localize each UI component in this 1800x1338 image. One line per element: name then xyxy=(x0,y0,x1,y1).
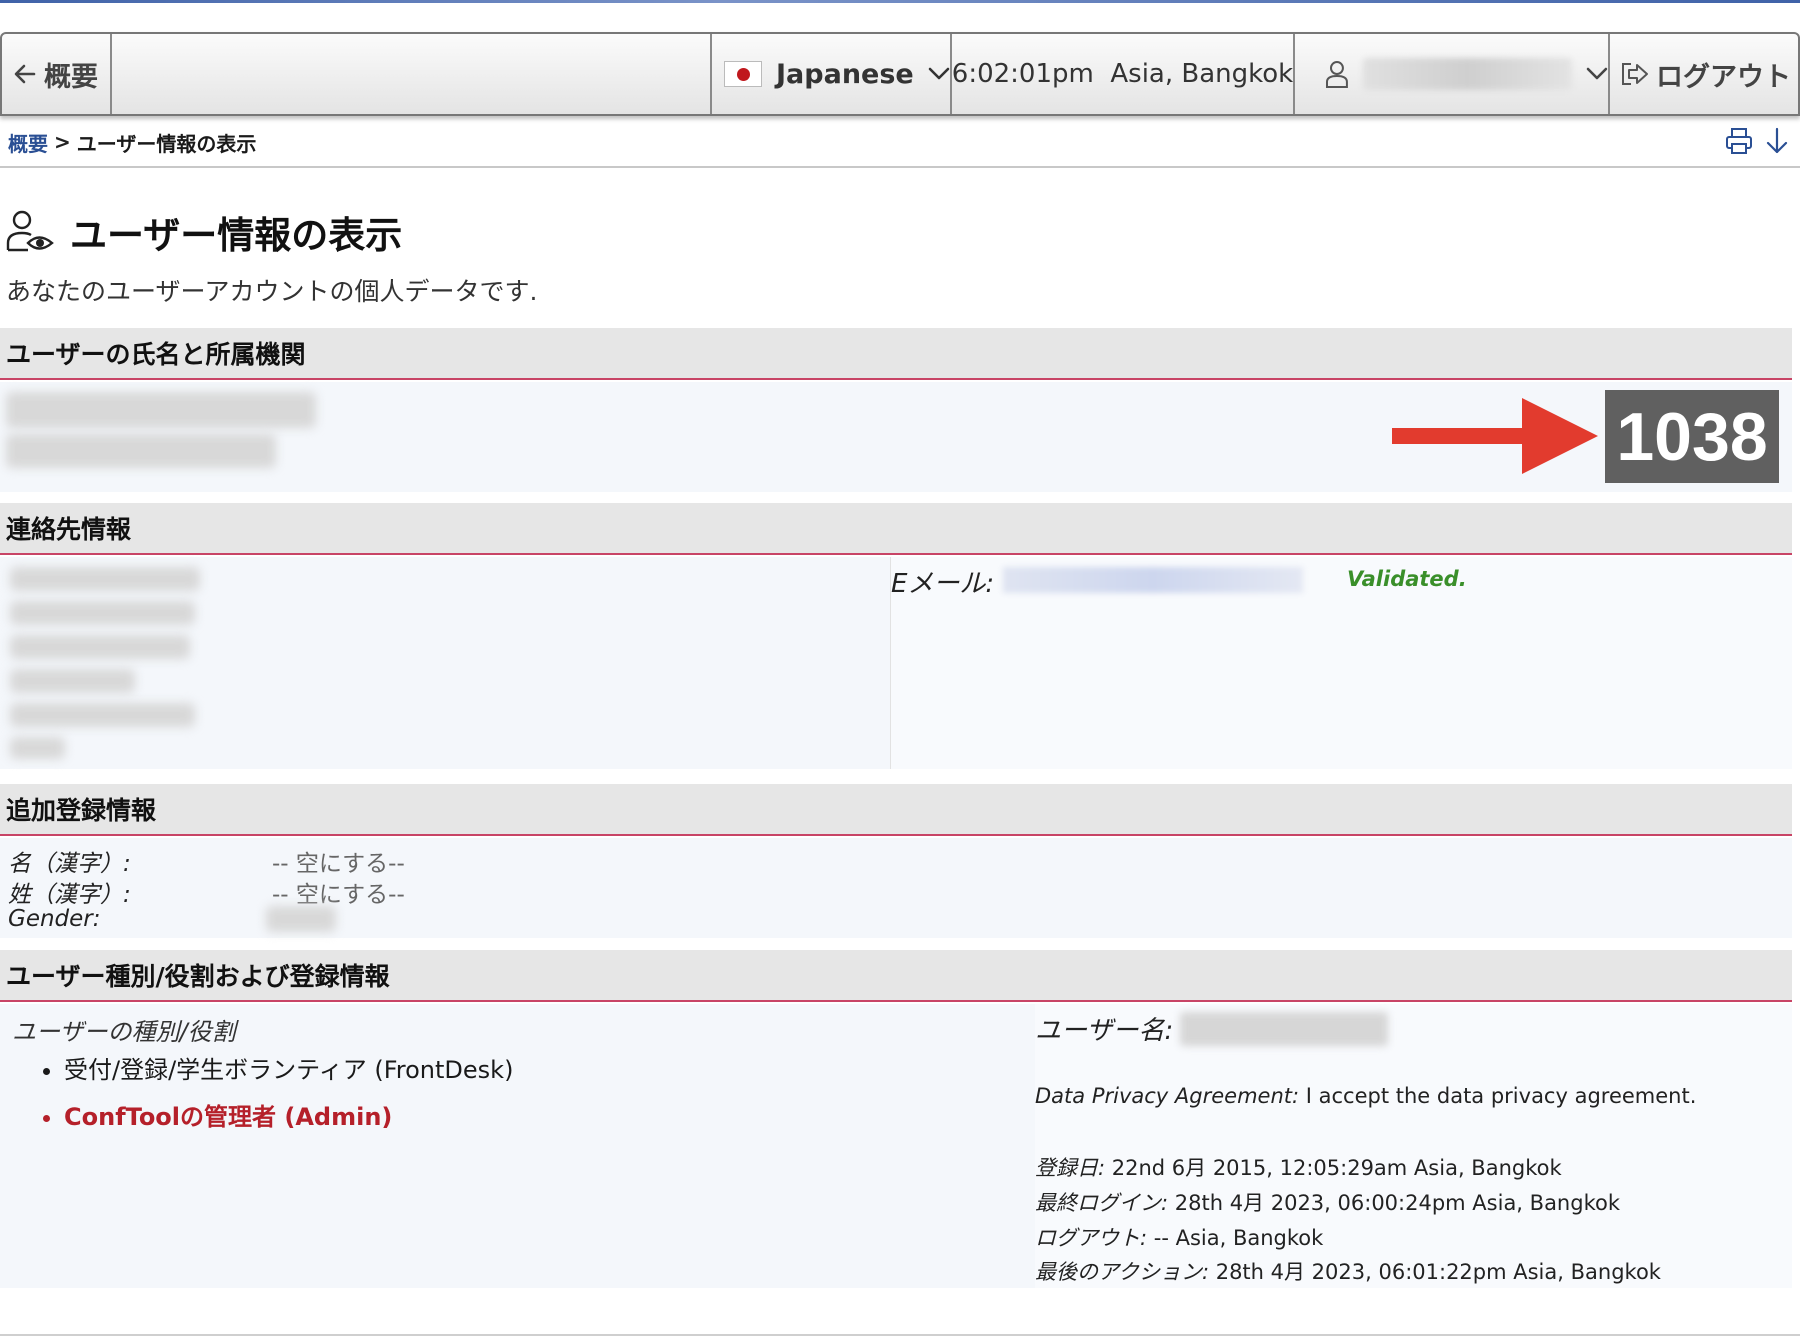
arrow-down-icon[interactable] xyxy=(1764,126,1790,156)
chevron-down-icon xyxy=(1586,67,1608,80)
section-header-roles: ユーザー種別/役割および登録情報 xyxy=(0,950,1792,1002)
breadcrumb-home-link[interactable]: 概要 xyxy=(8,128,48,157)
page-subtitle: あなたのユーザーアカウントの個人データです. xyxy=(6,277,538,306)
arrow-left-icon xyxy=(14,64,36,84)
privacy-agreement-value: I accept the data privacy agreement. xyxy=(1299,1084,1697,1108)
roles-body: ユーザーの種別/役割 受付/登録/学生ボランティア (FrontDesk) Co… xyxy=(0,1004,1792,1288)
last-login-value: 28th 4月 2023, 06:00:24pm Asia, Bangkok xyxy=(1168,1191,1620,1215)
chevron-down-icon xyxy=(928,67,950,80)
email-panel: Eメール: Validated. xyxy=(890,557,1792,769)
email-label: Eメール: xyxy=(891,569,995,599)
back-to-overview-button[interactable]: 概要 xyxy=(2,34,112,114)
section-header-name-affiliation: ユーザーの氏名と所属機関 xyxy=(0,328,1792,380)
topbar-spacer xyxy=(112,34,712,114)
kanji-last-name-value: -- 空にする-- xyxy=(272,882,405,908)
registered-date-row: 登録日: 22nd 6月 2015, 12:05:29am Asia, Bang… xyxy=(1035,1152,1562,1182)
last-action-row: 最後のアクション: 28th 4月 2023, 06:01:22pm Asia,… xyxy=(1035,1256,1661,1286)
page-title: ユーザー情報の表示 xyxy=(70,214,403,257)
time-label: 6:02:01pm Asia, Bangkok xyxy=(951,59,1294,89)
address-line-redacted xyxy=(10,703,195,727)
logout-button[interactable]: ログアウト xyxy=(1610,34,1798,114)
user-id-badge: 1038 xyxy=(1605,390,1779,483)
last-login-label: 最終ログイン: xyxy=(1035,1191,1169,1215)
kanji-first-name-label: 名（漢字）: xyxy=(8,851,131,877)
privacy-agreement-row: Data Privacy Agreement: I accept the dat… xyxy=(1035,1084,1696,1108)
logout-time-value: -- Asia, Bangkok xyxy=(1147,1226,1324,1250)
roles-list: 受付/登録/学生ボランティア (FrontDesk) ConfToolの管理者 … xyxy=(64,1050,513,1144)
logout-label: ログアウト xyxy=(1656,61,1791,93)
red-arrow-icon xyxy=(1392,398,1598,474)
address-line-redacted xyxy=(10,737,65,759)
breadcrumb: 概要 > ユーザー情報の表示 xyxy=(0,118,1800,168)
last-login-row: 最終ログイン: 28th 4月 2023, 06:00:24pm Asia, B… xyxy=(1035,1187,1620,1217)
last-action-label: 最後のアクション: xyxy=(1035,1260,1210,1284)
user-menu[interactable] xyxy=(1295,34,1610,114)
print-icon[interactable] xyxy=(1724,126,1754,156)
user-icon xyxy=(1325,61,1348,88)
language-selector[interactable]: Japanese xyxy=(712,34,952,114)
bottom-divider xyxy=(0,1334,1800,1336)
logout-time-row: ログアウト: -- Asia, Bangkok xyxy=(1035,1222,1323,1252)
language-label: Japanese xyxy=(776,58,914,90)
role-item-frontdesk: 受付/登録/学生ボランティア (FrontDesk) xyxy=(64,1050,513,1085)
email-validated-status: Validated. xyxy=(1347,567,1467,591)
username-redacted xyxy=(1180,1012,1388,1046)
registration-panel: ユーザー名: Data Privacy Agreement: I accept … xyxy=(1035,1004,1792,1288)
kanji-first-name-value: -- 空にする-- xyxy=(272,851,405,877)
top-nav-bar: 概要 Japanese 6:02:01pm Asia, Bangkok ログアウ… xyxy=(0,32,1800,116)
user-view-icon xyxy=(6,210,54,252)
additional-body: 名（漢字）: -- 空にする-- 姓（漢字）: -- 空にする-- Gender… xyxy=(0,838,1792,938)
username-label: ユーザー名: xyxy=(1035,1016,1174,1046)
registered-date-value: 22nd 6月 2015, 12:05:29am Asia, Bangkok xyxy=(1105,1156,1562,1180)
address-line-redacted xyxy=(10,669,135,693)
top-accent-bar xyxy=(0,0,1800,3)
privacy-agreement-label: Data Privacy Agreement: xyxy=(1035,1084,1300,1108)
gender-value-redacted xyxy=(266,906,336,932)
current-time: 6:02:01pm Asia, Bangkok xyxy=(952,34,1295,114)
last-action-value: 28th 4月 2023, 06:01:22pm Asia, Bangkok xyxy=(1209,1260,1661,1284)
user-name-redacted xyxy=(1362,58,1573,90)
registered-date-label: 登録日: xyxy=(1035,1156,1106,1180)
section-header-contact: 連絡先情報 xyxy=(0,503,1792,555)
page-title-row: ユーザー情報の表示 xyxy=(6,205,402,259)
logout-icon xyxy=(1622,63,1648,85)
kanji-last-name-label: 姓（漢字）: xyxy=(8,882,131,908)
logout-time-label: ログアウト: xyxy=(1035,1226,1148,1250)
breadcrumb-separator: > xyxy=(54,130,71,154)
address-line-redacted xyxy=(10,635,190,659)
gender-label: Gender: xyxy=(8,906,101,932)
back-label: 概要 xyxy=(44,61,98,93)
role-item-admin: ConfToolの管理者 (Admin) xyxy=(64,1097,513,1132)
japan-flag-icon xyxy=(724,61,762,87)
email-redacted xyxy=(1003,567,1303,593)
address-line-redacted xyxy=(10,601,195,625)
address-line-redacted xyxy=(10,567,200,591)
roles-title: ユーザーの種別/役割 xyxy=(12,1018,236,1046)
page-tools xyxy=(1724,126,1790,156)
affiliation-redacted xyxy=(6,434,276,468)
user-name-redacted xyxy=(6,392,316,428)
contact-body: Eメール: Validated. xyxy=(0,557,1792,769)
breadcrumb-current: ユーザー情報の表示 xyxy=(76,131,257,156)
section-header-additional: 追加登録情報 xyxy=(0,784,1792,836)
